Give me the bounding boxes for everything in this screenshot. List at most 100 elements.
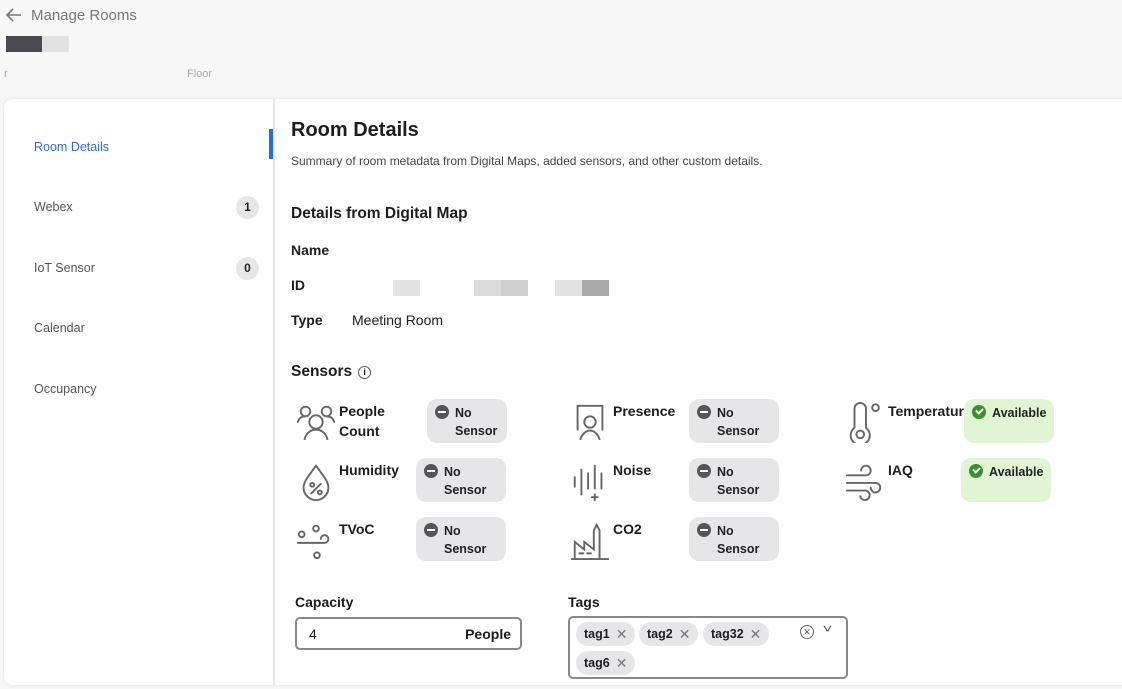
sensor-people-count: People Count No Sensor xyxy=(295,399,565,449)
sensor-status-badge: Available xyxy=(961,458,1051,502)
back-to-manage-rooms[interactable]: Manage Rooms xyxy=(5,6,137,24)
type-value: Meeting Room xyxy=(352,312,444,328)
location-floor: Floor xyxy=(187,68,213,80)
sensor-status: No Sensor xyxy=(444,524,487,556)
capacity-unit: People xyxy=(465,625,511,642)
sensor-label: Humidity xyxy=(339,462,399,478)
sidebar-item-iot-sensor[interactable]: IoT Sensor 0 xyxy=(34,256,259,280)
sensor-label: CO2 xyxy=(613,521,642,537)
id-label: ID xyxy=(291,277,305,293)
sidebar-item-calendar[interactable]: Calendar xyxy=(34,316,259,340)
sensor-status-badge: No Sensor xyxy=(416,517,506,561)
sidebar-item-webex[interactable]: Webex 1 xyxy=(34,195,259,219)
tvoc-icon xyxy=(296,524,330,560)
tag-chip: tag32 ✕ xyxy=(703,622,770,646)
remove-tag-icon[interactable]: ✕ xyxy=(616,655,628,672)
room-card: Room Details Webex 1 IoT Sensor 0 Calendar… xyxy=(4,99,1122,685)
minus-circle-icon xyxy=(697,464,711,478)
chevron-down-icon[interactable]: ˅ xyxy=(823,622,833,636)
sensor-iaq: IAQ Available xyxy=(844,458,1114,508)
sidebar-item-room-details[interactable]: Room Details xyxy=(34,135,259,159)
remove-tag-icon[interactable]: ✕ xyxy=(750,626,762,643)
page-title: Room Details xyxy=(291,119,419,141)
sidebar: Room Details Webex 1 IoT Sensor 0 Calendar… xyxy=(4,99,275,685)
count-badge: 0 xyxy=(236,256,259,280)
sensor-status-badge: No Sensor xyxy=(689,517,779,561)
remove-tag-icon[interactable]: ✕ xyxy=(616,626,628,643)
minus-circle-icon xyxy=(424,464,438,478)
tag-label: tag2 xyxy=(647,627,673,641)
active-tab-indicator xyxy=(269,129,273,159)
sidebar-item-label: IoT Sensor xyxy=(34,261,95,275)
tag-chip: tag6 ✕ xyxy=(576,651,636,675)
sensor-status-badge: No Sensor xyxy=(427,399,507,443)
sensor-tvoc: TVoC No Sensor xyxy=(295,517,565,567)
sensor-status: No Sensor xyxy=(717,465,760,497)
sensor-status: Available xyxy=(992,406,1047,420)
digital-map-heading: Details from Digital Map xyxy=(291,205,468,222)
noise-icon xyxy=(573,464,603,502)
sensor-label: Presence xyxy=(613,403,676,419)
check-circle-icon xyxy=(969,464,983,478)
sensor-label: Temperature xyxy=(888,403,964,419)
info-icon[interactable]: i xyxy=(358,365,372,379)
minus-circle-icon xyxy=(424,523,438,537)
location-prefix: r xyxy=(4,68,8,80)
sensor-status: No Sensor xyxy=(455,406,498,438)
sensor-label: People Count xyxy=(339,403,385,439)
sensor-label: Noise xyxy=(613,462,652,478)
id-redacted xyxy=(474,280,501,296)
sidebar-item-label: Webex xyxy=(34,200,73,214)
minus-circle-icon xyxy=(697,523,711,537)
sensor-status: No Sensor xyxy=(717,524,760,556)
sensor-status-badge: No Sensor xyxy=(689,399,779,443)
sensor-status: No Sensor xyxy=(717,406,760,438)
presence-icon xyxy=(576,404,604,441)
sensor-label: IAQ xyxy=(888,462,913,478)
sensor-status: No Sensor xyxy=(444,465,487,497)
page-subtitle: Summary of room metadata from Digital Ma… xyxy=(291,154,763,168)
tags-select[interactable]: tag1 ✕ tag2 ✕ tag32 ✕ tag6 ✕ ✕ ˅ xyxy=(568,616,848,679)
capacity-value: 4 xyxy=(309,625,317,642)
tag-label: tag1 xyxy=(584,627,610,641)
sensor-status-badge: No Sensor xyxy=(416,458,506,502)
humidity-icon xyxy=(302,464,330,502)
sidebar-item-label: Occupancy xyxy=(34,382,97,396)
name-row: Name xyxy=(291,242,352,258)
type-label: Type xyxy=(291,312,323,328)
room-name-redacted xyxy=(6,36,69,52)
id-row: ID xyxy=(291,277,352,293)
sensor-noise: Noise No Sensor xyxy=(569,458,839,508)
sidebar-item-occupancy[interactable]: Occupancy xyxy=(34,377,259,401)
tag-label: tag6 xyxy=(584,656,610,670)
minus-circle-icon xyxy=(697,405,711,419)
id-redacted xyxy=(555,280,582,296)
tag-chip: tag1 ✕ xyxy=(576,622,636,646)
count-badge: 1 xyxy=(236,195,259,219)
sensor-label: TVoC xyxy=(339,521,375,537)
clear-tags-icon[interactable]: ✕ xyxy=(800,625,814,639)
sensors-heading-text: Sensors xyxy=(291,363,353,380)
back-label: Manage Rooms xyxy=(31,6,137,24)
remove-tag-icon[interactable]: ✕ xyxy=(679,626,691,643)
tags-label: Tags xyxy=(568,594,600,610)
capacity-label: Capacity xyxy=(295,594,354,610)
thermometer-icon xyxy=(849,401,880,443)
arrow-left-icon xyxy=(5,8,21,22)
id-redacted xyxy=(501,280,528,296)
sensor-co2: CO2 No Sensor xyxy=(569,517,839,567)
id-redacted xyxy=(582,280,609,296)
sensor-presence: Presence No Sensor xyxy=(569,399,839,449)
sensor-status-badge: No Sensor xyxy=(689,458,779,502)
sensor-humidity: Humidity No Sensor xyxy=(295,458,565,508)
tag-label: tag32 xyxy=(711,627,744,641)
capacity-input[interactable]: 4 People xyxy=(295,617,522,650)
wind-icon xyxy=(845,464,882,501)
factory-icon xyxy=(570,522,610,561)
main-content: Room Details Summary of room metadata fr… xyxy=(291,99,1122,685)
sensor-status-badge: Available xyxy=(964,399,1054,443)
name-label: Name xyxy=(291,242,330,258)
sidebar-item-label: Calendar xyxy=(34,321,85,335)
sidebar-item-label: Room Details xyxy=(34,140,110,154)
people-count-icon xyxy=(296,405,336,441)
